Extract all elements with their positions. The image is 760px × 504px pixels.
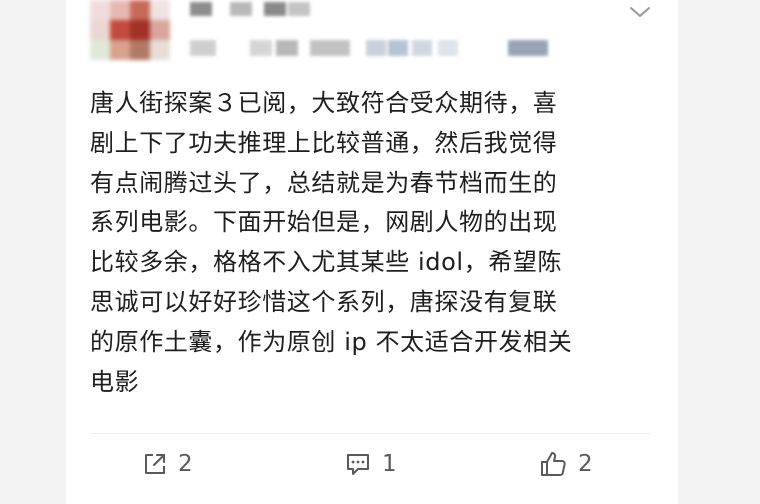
post-card: 唐人街探案３已阅，大致符合受众期待，喜 剧上下了功夫推理上比较普通，然后我觉得 … [66, 0, 678, 504]
post-text-line: 唐人街探案３已阅，大致符合受众期待，喜 [90, 89, 558, 117]
post-text-line: 系列电影。下面开始但是，网剧人物的出现 [90, 208, 558, 237]
avatar[interactable] [90, 0, 170, 60]
post-text-line: 电影 [90, 367, 140, 396]
share-icon [142, 451, 168, 477]
username-blurred[interactable] [190, 2, 340, 16]
comment-icon [344, 450, 372, 478]
post-meta-blurred [190, 40, 550, 56]
post-text-line: 比较多余，格格不入尤其某些 idol，希望陈 [90, 248, 563, 277]
like-button[interactable]: 2 [538, 446, 593, 482]
comment-count: 1 [382, 451, 397, 477]
comment-button[interactable]: 1 [344, 446, 397, 482]
post-text-line: 剧上下了功夫推理上比较普通，然后我觉得 [90, 128, 558, 157]
divider [90, 433, 650, 434]
like-count: 2 [578, 451, 593, 477]
thumbs-up-icon [538, 449, 568, 479]
post-text-line: 的原作土囊，作为原创 ip 不太适合开发相关 [90, 327, 573, 356]
post-text-line: 有点闹腾过头了，总结就是为春节档而生的 [90, 168, 558, 197]
share-count: 2 [178, 451, 193, 477]
post-text-line: 思诚可以好好珍惜这个系列，唐探没有复联 [90, 287, 558, 316]
chevron-down-icon[interactable] [628, 2, 652, 22]
share-button[interactable]: 2 [142, 446, 193, 482]
post-content: 唐人街探案３已阅，大致符合受众期待，喜 剧上下了功夫推理上比较普通，然后我觉得 … [90, 84, 660, 402]
